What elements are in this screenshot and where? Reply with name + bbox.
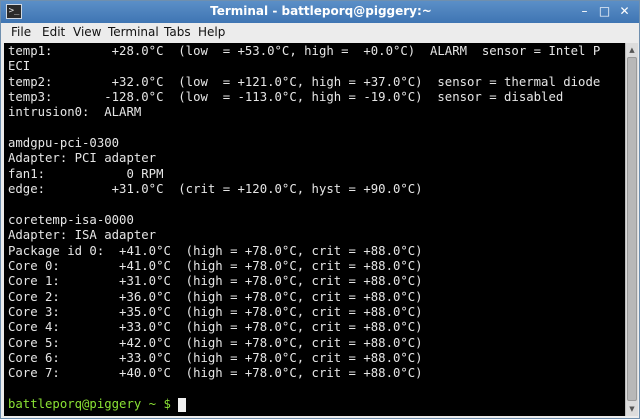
terminal-line: edge: +31.0°C (crit = +120.0°C, hyst = +…	[8, 182, 423, 197]
scroll-down-arrow-icon[interactable]: ▼	[627, 404, 637, 414]
menu-terminal[interactable]: Terminal	[108, 25, 159, 39]
menu-file[interactable]: File	[11, 25, 31, 39]
menu-tabs[interactable]: Tabs	[164, 25, 191, 39]
close-button[interactable]: ✕	[617, 4, 632, 19]
terminal-line: Core 1: +31.0°C (high = +78.0°C, crit = …	[8, 274, 423, 289]
terminal-output[interactable]: temp1: +28.0°C (low = +53.0°C, high = +0…	[4, 43, 625, 416]
terminal-line: Core 0: +41.0°C (high = +78.0°C, crit = …	[8, 258, 423, 273]
menu-view[interactable]: View	[73, 25, 101, 39]
scroll-up-arrow-icon[interactable]: ▲	[627, 45, 637, 55]
menu-help[interactable]: Help	[198, 25, 225, 39]
terminal-line: Adapter: ISA adapter	[8, 228, 157, 243]
title-bar[interactable]: >_ Terminal - battleporq@piggery:~ – □ ✕	[1, 1, 639, 24]
terminal-line: temp1: +28.0°C (low = +53.0°C, high = +0…	[8, 44, 601, 58]
terminal-icon: >_	[6, 4, 22, 19]
menu-edit[interactable]: Edit	[42, 25, 65, 39]
terminal-line: Core 2: +36.0°C (high = +78.0°C, crit = …	[8, 289, 423, 304]
terminal-line: temp3: -128.0°C (low = -113.0°C, high = …	[8, 90, 564, 105]
terminal-line: Core 7: +40.0°C (high = +78.0°C, crit = …	[8, 366, 423, 381]
shell-prompt: battleporq@piggery ~ $	[8, 397, 179, 412]
terminal-line: Core 3: +35.0°C (high = +78.0°C, crit = …	[8, 304, 423, 319]
vertical-scrollbar[interactable]: ▲ ▼	[625, 43, 638, 416]
window-title: Terminal - battleporq@piggery:~	[210, 4, 432, 18]
maximize-button[interactable]: □	[597, 4, 612, 19]
terminal-line: Core 4: +33.0°C (high = +78.0°C, crit = …	[8, 320, 423, 335]
menu-bar: File Edit View Terminal Tabs Help	[1, 23, 639, 43]
terminal-window: >_ Terminal - battleporq@piggery:~ – □ ✕…	[0, 0, 640, 419]
terminal-line	[8, 382, 15, 397]
terminal-line: Core 6: +33.0°C (high = +78.0°C, crit = …	[8, 351, 423, 365]
terminal-line: coretemp-isa-0000	[8, 212, 134, 227]
terminal-line: temp2: +32.0°C (low = +121.0°C, high = +…	[8, 74, 601, 89]
minimize-button[interactable]: –	[577, 4, 592, 19]
terminal-line: Core 5: +42.0°C (high = +78.0°C, crit = …	[8, 335, 423, 350]
terminal-line: fan1: 0 RPM	[8, 166, 164, 181]
terminal-line: Package id 0: +41.0°C (high = +78.0°C, c…	[8, 243, 423, 258]
terminal-line: intrusion0: ALARM	[8, 105, 142, 120]
terminal-line: Adapter: PCI adapter	[8, 151, 157, 166]
text-cursor	[178, 398, 187, 412]
terminal-line: amdgpu-pci-0300	[8, 136, 120, 151]
terminal-line: ECI	[8, 59, 31, 74]
scroll-thumb[interactable]	[627, 57, 637, 401]
